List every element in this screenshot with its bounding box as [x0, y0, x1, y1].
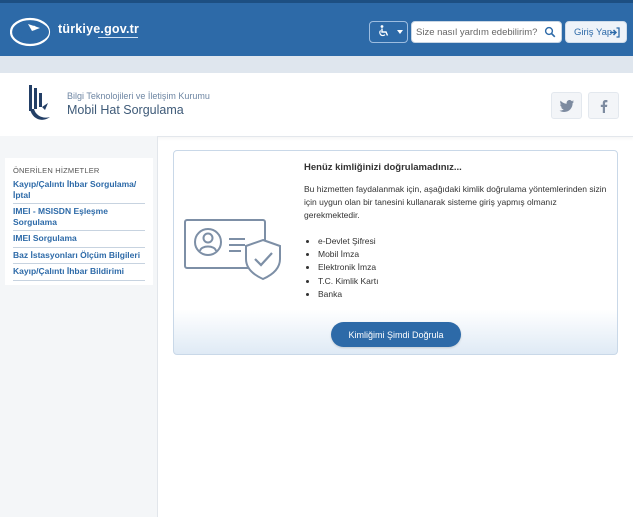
search-input[interactable] — [416, 24, 541, 40]
accessibility-button[interactable] — [369, 21, 408, 43]
facebook-button[interactable] — [588, 92, 619, 119]
sidebar-item-lost-stolen-report[interactable]: Kayıp/Çalıntı İhbar Bildirimi — [13, 264, 145, 281]
search-icon[interactable] — [544, 26, 556, 38]
list-item: e-Devlet Şifresi — [318, 235, 378, 248]
twitter-button[interactable] — [551, 92, 582, 119]
search-box — [411, 21, 562, 43]
logo-underline — [98, 37, 138, 41]
facebook-icon — [600, 100, 608, 113]
login-label: Giriş Yap — [574, 27, 613, 38]
sidebar-heading: ÖNERİLEN HİZMETLER — [13, 166, 100, 175]
identity-verification-card: Henüz kimliğinizi doğrulamadınız... Bu h… — [173, 150, 618, 355]
service-header: Bilgi Teknolojileri ve İletişim Kurumu M… — [0, 73, 633, 137]
page-title: Mobil Hat Sorgulama — [67, 103, 184, 117]
login-button[interactable]: Giriş Yap — [565, 21, 627, 43]
turkiye-gov-logo[interactable]: türkiye.gov.tr — [9, 15, 140, 49]
sidebar-area: ÖNERİLEN HİZMETLER Kayıp/Çalıntı İhbar S… — [0, 136, 158, 517]
twitter-icon — [559, 100, 574, 112]
verification-methods-list: e-Devlet Şifresi Mobil İmza Elektronik İ… — [306, 235, 378, 301]
wheelchair-icon — [378, 25, 389, 40]
sidebar-item-imei-msisdn[interactable]: IMEI - MSISDN Eşleşme Sorgulama — [13, 204, 145, 231]
list-item: T.C. Kimlik Kartı — [318, 275, 378, 288]
verify-identity-button[interactable]: Kimliğimi Şimdi Doğrula — [331, 322, 461, 347]
verification-description: Bu hizmetten faydalanmak için, aşağıdaki… — [304, 184, 607, 220]
sub-bar — [0, 56, 633, 73]
list-item: Banka — [318, 288, 378, 301]
organization-name: Bilgi Teknolojileri ve İletişim Kurumu — [67, 91, 210, 101]
verification-title: Henüz kimliğinizi doğrulamadınız... — [304, 162, 462, 173]
logo-text: türkiye.gov.tr — [58, 22, 140, 36]
btk-logo-icon — [29, 85, 50, 120]
identity-card-shield-icon — [184, 219, 281, 281]
list-item: Elektronik İmza — [318, 261, 378, 274]
chevron-down-icon — [397, 30, 403, 34]
list-item: Mobil İmza — [318, 248, 378, 261]
top-bar: türkiye.gov.tr Giriş Yap — [0, 0, 633, 56]
sign-in-icon — [610, 27, 620, 38]
recommended-services: ÖNERİLEN HİZMETLER Kayıp/Çalıntı İhbar S… — [5, 158, 153, 285]
sidebar-item-imei-query[interactable]: IMEI Sorgulama — [13, 231, 145, 248]
crescent-logo-icon — [9, 17, 51, 47]
sidebar-item-base-station[interactable]: Baz İstasyonları Ölçüm Bilgileri — [13, 248, 145, 264]
sidebar-item-lost-stolen-query[interactable]: Kayıp/Çalıntı İhbar Sorgulama/İptal — [13, 177, 145, 204]
